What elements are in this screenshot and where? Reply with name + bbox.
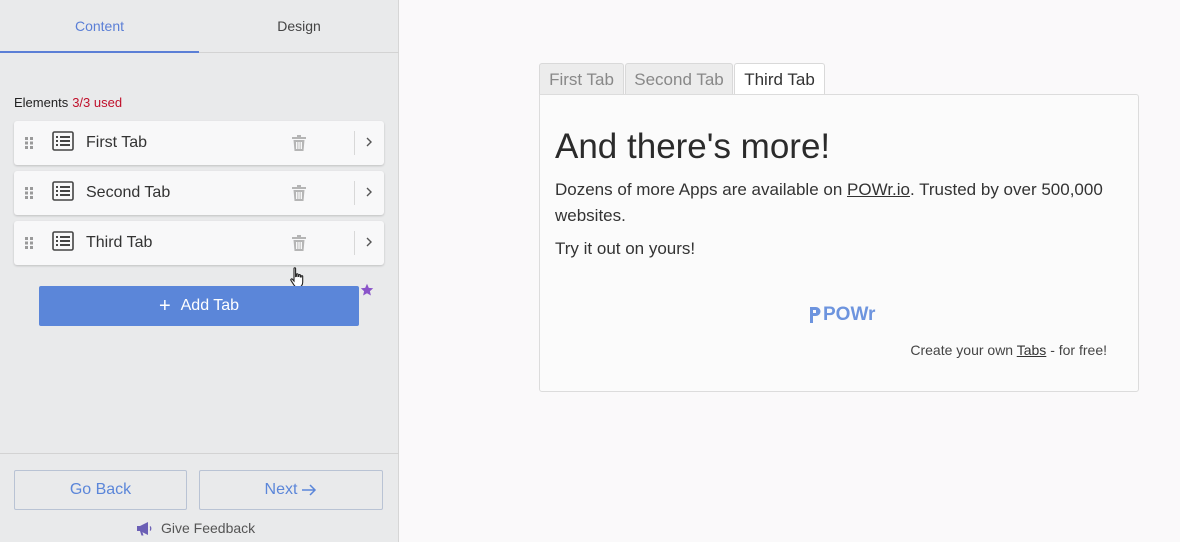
powr-logo-text: POWr — [823, 304, 876, 325]
element-item-first-tab[interactable]: First Tab — [14, 121, 384, 165]
panel-paragraph: Dozens of more Apps are available on POW… — [555, 177, 1125, 229]
chevron-right-icon[interactable] — [363, 185, 375, 199]
create-your-own-credit: Create your own Tabs - for free! — [910, 342, 1107, 358]
preview-tab-second[interactable]: Second Tab — [625, 63, 733, 95]
item-divider — [354, 131, 355, 155]
sidebar-tabbar: Content Design — [0, 0, 399, 53]
give-feedback-label: Give Feedback — [161, 520, 256, 536]
chevron-right-icon[interactable] — [363, 235, 375, 249]
go-back-button[interactable]: Go Back — [14, 470, 187, 510]
tab-design[interactable]: Design — [199, 0, 399, 52]
next-button[interactable]: Next — [199, 470, 383, 510]
credit-text: - for free! — [1046, 342, 1107, 358]
item-divider — [354, 181, 355, 205]
drag-handle-icon[interactable] — [24, 186, 34, 200]
next-label: Next — [264, 481, 298, 498]
drag-handle-icon[interactable] — [24, 236, 34, 250]
preview-tab-third[interactable]: Third Tab — [734, 63, 825, 96]
list-icon — [52, 131, 74, 151]
trash-icon[interactable] — [292, 235, 306, 251]
trash-icon[interactable] — [292, 135, 306, 151]
megaphone-icon — [137, 521, 152, 535]
drag-handle-icon[interactable] — [24, 136, 34, 150]
item-divider — [354, 231, 355, 255]
powr-logo[interactable]: POWr — [807, 304, 875, 326]
chevron-right-icon[interactable] — [363, 135, 375, 149]
credit-text: Create your own — [910, 342, 1017, 358]
editor-sidebar: Content Design Elements 3/3 used First Ta… — [0, 0, 399, 542]
element-item-second-tab[interactable]: Second Tab — [14, 171, 384, 215]
elements-heading: Elements 3/3 used — [14, 95, 122, 110]
element-item-third-tab[interactable]: Third Tab — [14, 221, 384, 265]
list-icon — [52, 231, 74, 251]
star-icon[interactable] — [360, 283, 374, 297]
element-item-label: Third Tab — [86, 234, 153, 251]
powr-logo-icon — [810, 307, 821, 323]
sidebar-footer: Go Back Next Give Feedback — [0, 453, 399, 542]
plus-icon: + — [158, 295, 171, 317]
preview-tab-panel: And there's more! Dozens of more Apps ar… — [539, 94, 1139, 392]
arrow-right-icon — [302, 484, 317, 496]
panel-paragraph-2: Try it out on yours! — [555, 239, 696, 258]
add-tab-label: Add Tab — [180, 297, 240, 314]
go-back-label: Go Back — [69, 481, 132, 498]
element-item-label: Second Tab — [86, 184, 171, 201]
tabs-link[interactable]: Tabs — [1017, 342, 1047, 358]
element-item-label: First Tab — [86, 134, 148, 151]
give-feedback-link[interactable]: Give Feedback — [136, 520, 255, 536]
add-tab-button[interactable]: + Add Tab — [39, 286, 359, 326]
trash-icon[interactable] — [292, 185, 306, 201]
elements-label: Elements — [14, 95, 69, 110]
powr-link[interactable]: POWr.io — [847, 180, 910, 199]
panel-text: Dozens of more Apps are available on — [555, 180, 848, 199]
preview-tab-first[interactable]: First Tab — [539, 63, 624, 95]
list-icon — [52, 181, 74, 201]
panel-heading: And there's more! — [555, 127, 831, 166]
elements-used-count: 3/3 used — [72, 95, 123, 110]
tab-content[interactable]: Content — [0, 0, 199, 53]
